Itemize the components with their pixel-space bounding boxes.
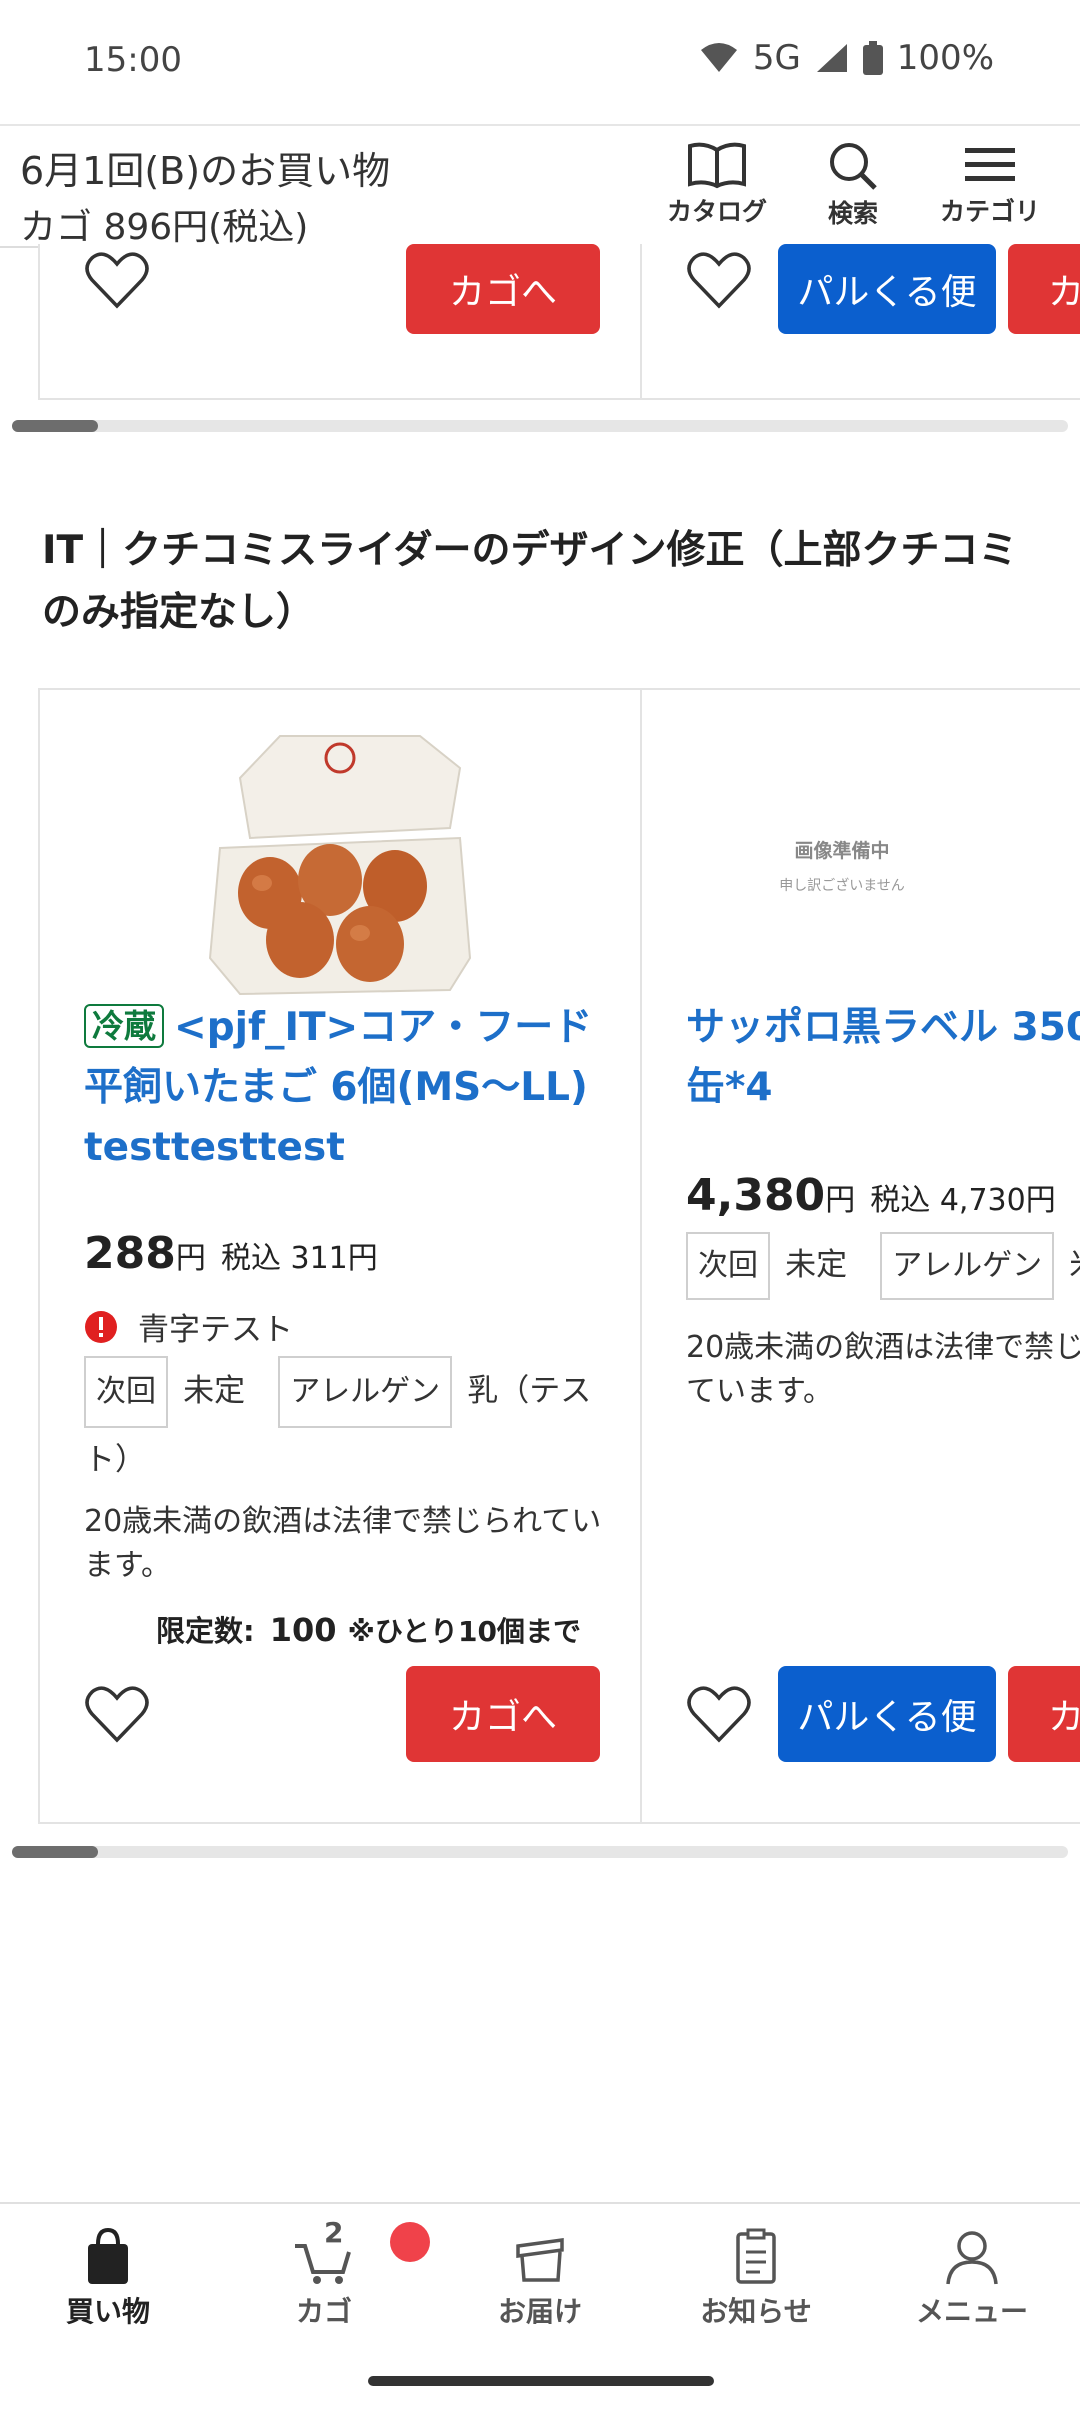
image-placeholder-sub: 申し訳ございません	[779, 878, 905, 894]
add-to-cart-button[interactable]: カ	[1008, 1666, 1080, 1762]
product-title-link[interactable]: サッポロ黒ラベル 350ml缶*4	[686, 998, 1080, 1118]
battery-level: 100%	[896, 38, 994, 78]
nav-label: お知らせ	[700, 2295, 812, 2328]
product-card[interactable]: 冷蔵 <pjf_IT>コア・フード平飼いたまご 6個(MS～LL) testtes…	[38, 688, 642, 1824]
wifi-icon	[700, 43, 737, 72]
search-label: 検索	[827, 199, 878, 228]
refrigerated-badge: 冷蔵	[84, 1004, 165, 1048]
book-icon	[688, 142, 746, 189]
next-tag: 次回	[84, 1356, 168, 1428]
cart-count: 2	[324, 2216, 344, 2249]
menu-icon	[965, 148, 1015, 181]
price-row: 4,380円 税込 4,730円	[686, 1170, 1080, 1221]
scrollbar-thumb[interactable]	[12, 420, 98, 432]
product-card[interactable]: 画像準備中 申し訳ございません サッポロ黒ラベル 350ml缶*4 4,380円…	[640, 688, 1080, 1824]
status-time: 15:00	[84, 40, 182, 80]
image-placeholder[interactable]: 画像準備中 申し訳ございません	[742, 836, 942, 895]
add-to-cart-button[interactable]: カゴへ	[406, 244, 600, 334]
palkuru-button[interactable]: パルくる便	[778, 244, 996, 334]
notification-dot	[390, 2222, 430, 2262]
carousel-scrollbar[interactable]	[12, 420, 1068, 432]
category-button[interactable]: カテゴリ	[935, 140, 1045, 240]
cart-total[interactable]: カゴ 896円(税込)	[20, 198, 308, 250]
alcohol-note: 20歳未満の飲酒は法律で禁じられています。	[84, 1504, 602, 1583]
order-round-title[interactable]: 6月1回(B)のお買い物	[20, 140, 390, 195]
nav-notifications[interactable]: お知らせ	[666, 2226, 846, 2330]
signal-icon	[816, 44, 847, 72]
add-to-cart-button[interactable]: カゴへ	[406, 1666, 600, 1762]
allergen-tag: アレルゲン	[278, 1356, 453, 1428]
palkuru-button[interactable]: パルくる便	[778, 1666, 996, 1762]
product-title-link[interactable]: 冷蔵 <pjf_IT>コア・フード平飼いたまご 6個(MS～LL) testtes…	[84, 998, 614, 1178]
warning-row: 青字テスト	[84, 1304, 624, 1349]
tax-price: 税込 4,730円	[870, 1183, 1056, 1218]
clipboard-icon	[736, 2228, 776, 2284]
price-row: 288円 税込 311円	[84, 1228, 624, 1279]
home-indicator[interactable]	[368, 2376, 714, 2386]
product-card: カゴへ	[38, 244, 642, 400]
price: 288	[84, 1228, 176, 1279]
nav-label: メニュー	[915, 2295, 1028, 2328]
next-value: 未定	[183, 1373, 246, 1409]
category-label: カテゴリ	[939, 197, 1040, 226]
price: 4,380	[686, 1170, 826, 1221]
nav-shopping[interactable]: 買い物	[18, 2226, 198, 2330]
favorite-heart-icon[interactable]	[686, 250, 752, 310]
section-title: IT｜クチコミスライダーのデザイン修正（上部クチコミのみ指定なし）	[42, 528, 1018, 635]
price-unit: 円	[825, 1183, 856, 1218]
battery-icon	[862, 41, 883, 75]
status-icons: 5G 100%	[699, 38, 994, 78]
search-icon	[830, 143, 877, 190]
catalog-button[interactable]: カタログ	[662, 140, 772, 240]
price-unit: 円	[175, 1241, 206, 1276]
nav-menu[interactable]: メニュー	[882, 2226, 1062, 2330]
network-type: 5G	[752, 38, 801, 78]
next-value: 未定	[785, 1247, 848, 1283]
nav-label: お届け	[497, 2295, 582, 2328]
meta-row: 次回 未定 アレルゲン 米	[686, 1232, 1080, 1300]
egg-carton-image[interactable]	[200, 728, 480, 998]
alcohol-note: 20歳未満の飲酒は法律で禁じられています。	[686, 1330, 1080, 1409]
limit-label: 限定数:	[156, 1614, 255, 1648]
add-to-cart-button[interactable]: カ	[1008, 244, 1080, 334]
shopping-bag-icon	[88, 2227, 128, 2284]
scrollbar-thumb[interactable]	[12, 1846, 98, 1858]
warning-icon	[85, 1310, 117, 1343]
meta-row: 次回 未定 アレルゲン 乳（テスト）	[84, 1356, 624, 1497]
person-icon	[946, 2231, 998, 2285]
nav-label: カゴ	[295, 2295, 352, 2328]
product-card: パルくる便 カ	[640, 244, 1080, 400]
next-tag: 次回	[686, 1232, 770, 1300]
limit-row: 限定数: 100 ※ひとり10個まで	[156, 1608, 636, 1650]
image-placeholder-title: 画像準備中	[794, 840, 890, 862]
limit-note: ※ひとり10個まで	[347, 1615, 581, 1648]
nav-delivery[interactable]: お届け	[450, 2226, 630, 2330]
allergen-value: 米	[1069, 1247, 1080, 1283]
warning-text: 青字テスト	[138, 1312, 293, 1348]
nav-label: 買い物	[65, 2295, 150, 2328]
favorite-heart-icon[interactable]	[84, 1684, 150, 1744]
carousel-scrollbar[interactable]	[12, 1846, 1068, 1858]
favorite-heart-icon[interactable]	[686, 1684, 752, 1744]
tax-price: 税込 311円	[220, 1241, 378, 1276]
limit-value: 100	[269, 1611, 337, 1649]
app-header: 6月1回(B)のお買い物 カゴ 896円(税込) カタログ 検索 カテゴリ	[0, 124, 1080, 248]
allergen-tag: アレルゲン	[880, 1232, 1055, 1300]
box-icon	[516, 2237, 564, 2282]
catalog-label: カタログ	[666, 197, 767, 226]
search-button[interactable]: 検索	[798, 140, 908, 240]
favorite-heart-icon[interactable]	[84, 250, 150, 310]
nav-cart[interactable]: 2 カゴ	[234, 2216, 414, 2330]
